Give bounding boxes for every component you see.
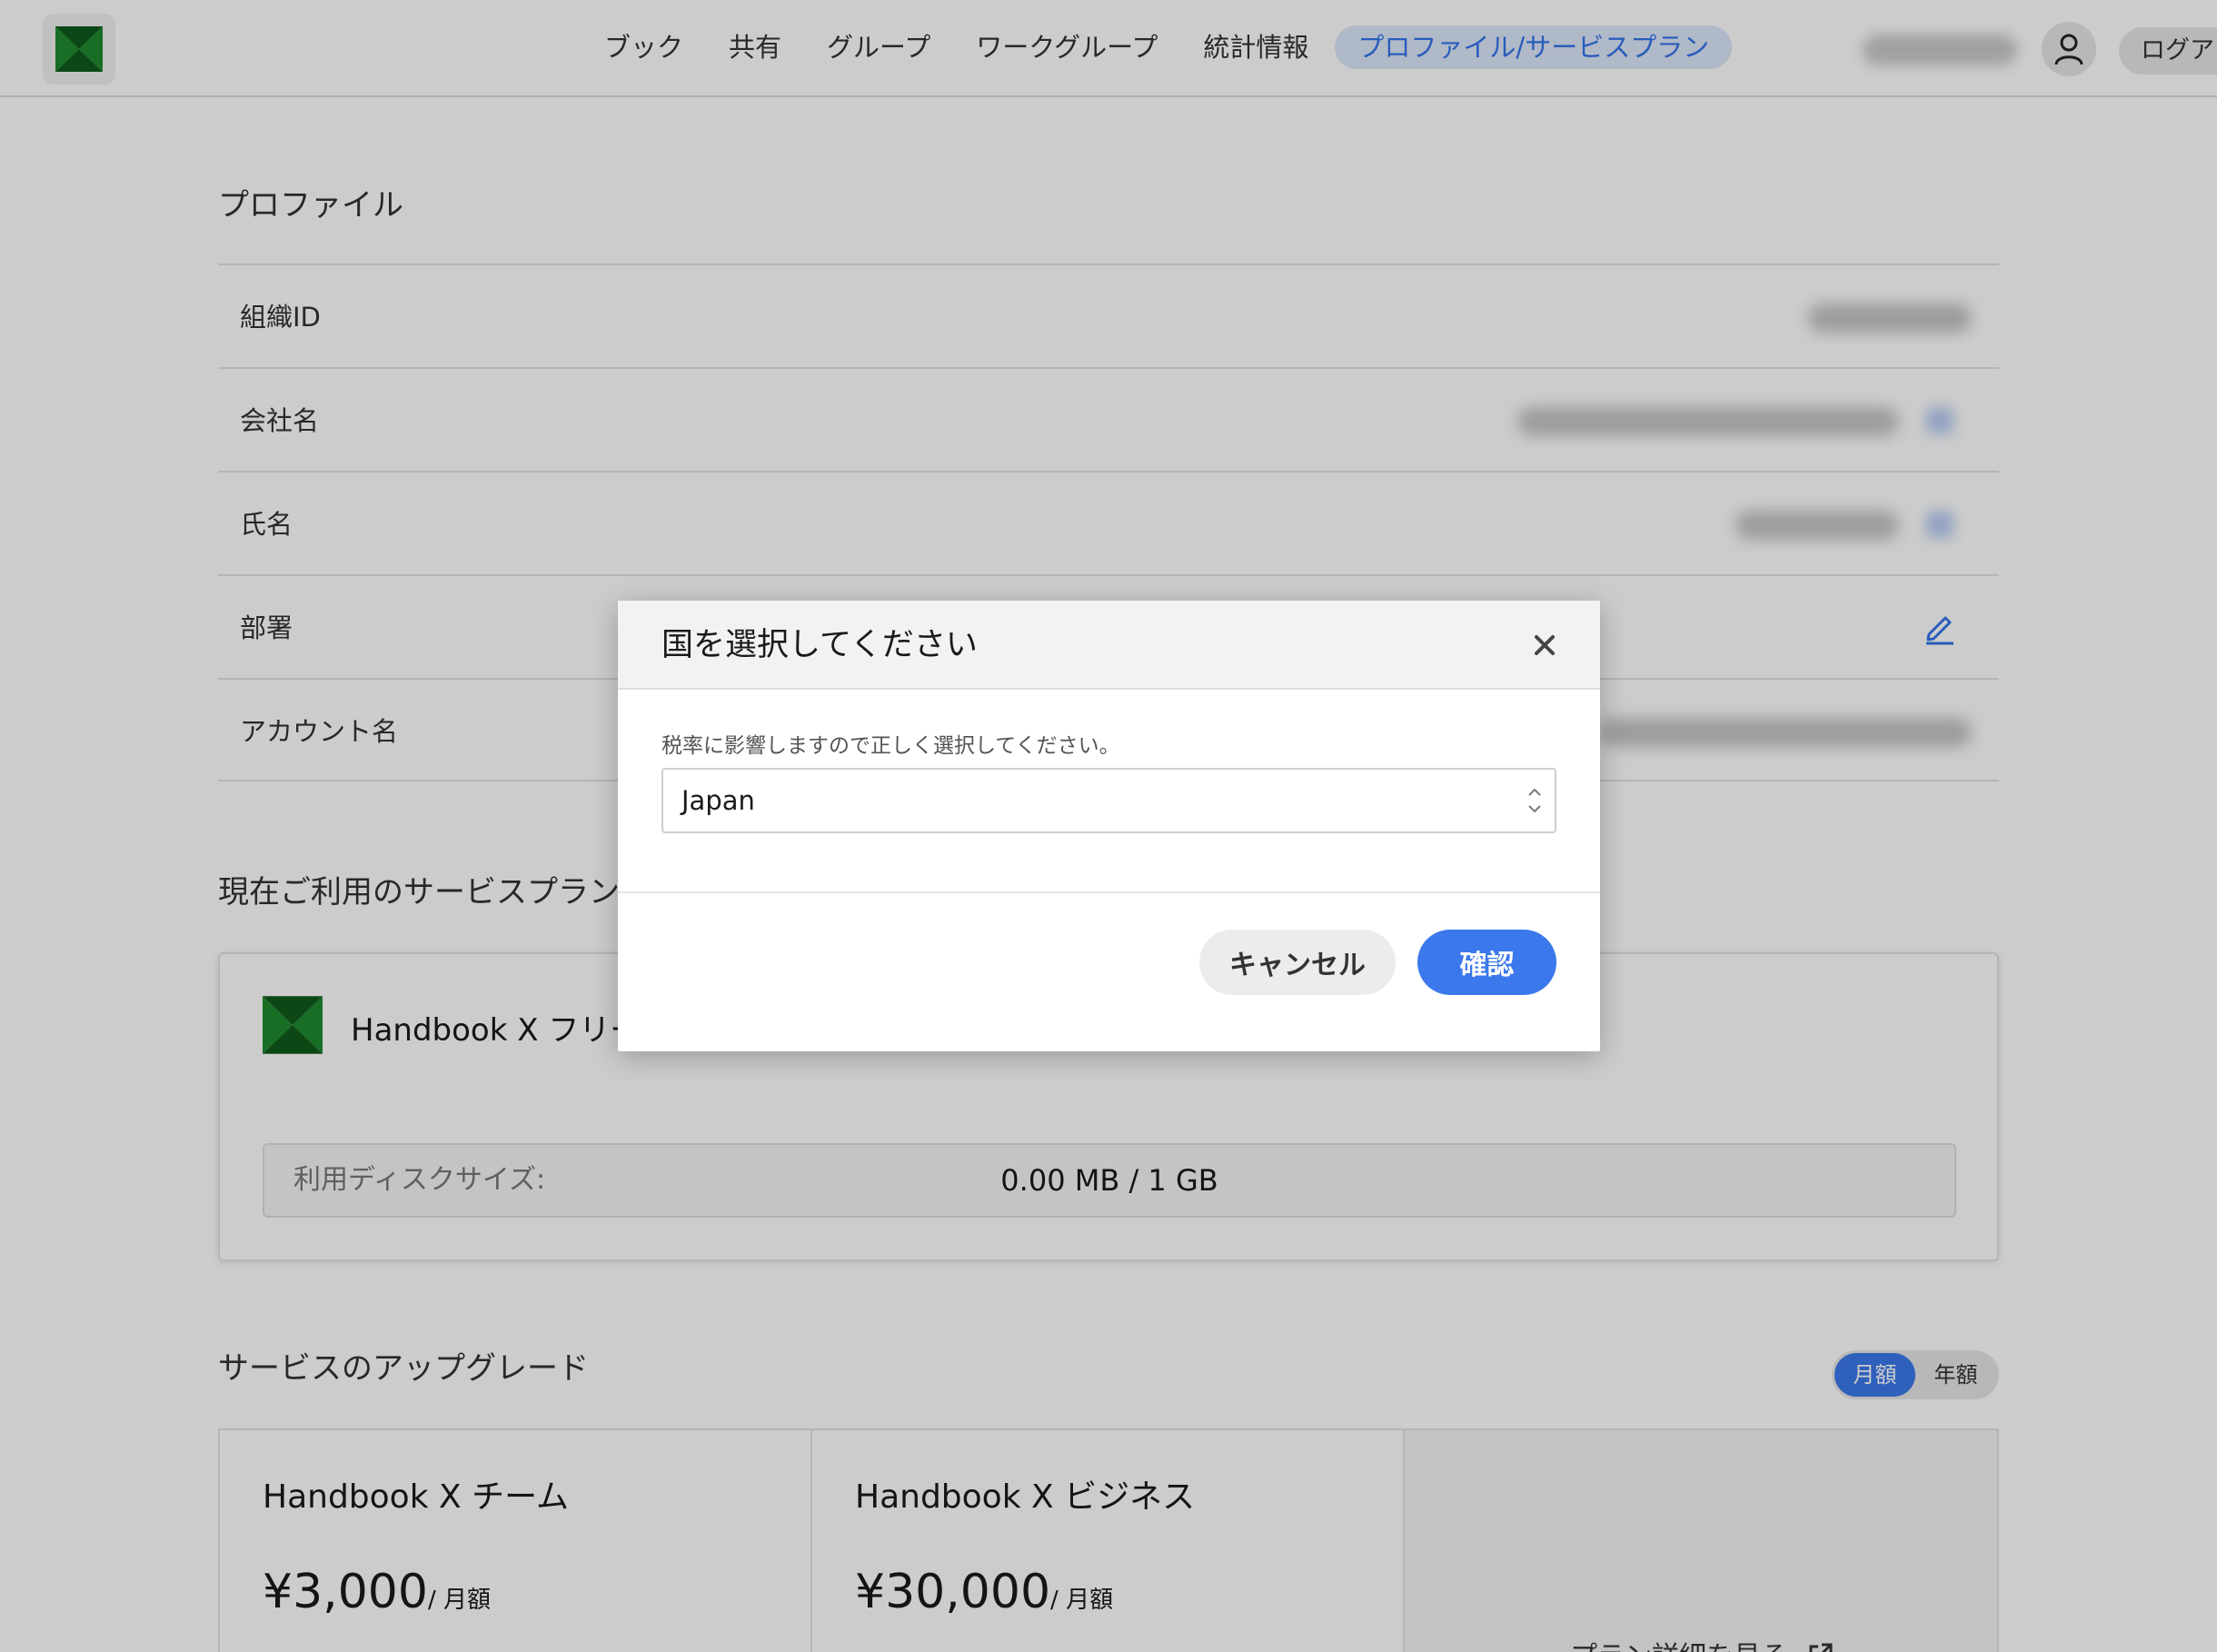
dialog-header: 国を選択してください: [618, 601, 1600, 690]
country-select-value: Japan: [681, 785, 755, 816]
updown-chevron-icon: [1528, 788, 1541, 813]
close-icon[interactable]: [1527, 628, 1562, 662]
dialog-title: 国を選択してください: [661, 627, 978, 663]
dialog-divider: [618, 891, 1600, 893]
country-select-dialog: 国を選択してください 税率に影響しますので正しく選択してください。 Japan …: [618, 601, 1600, 1051]
dialog-hint: 税率に影響しますので正しく選択してください。: [661, 734, 1120, 758]
cancel-button[interactable]: キャンセル: [1199, 930, 1396, 995]
confirm-button[interactable]: 確認: [1417, 930, 1556, 995]
country-select[interactable]: Japan: [661, 768, 1556, 833]
